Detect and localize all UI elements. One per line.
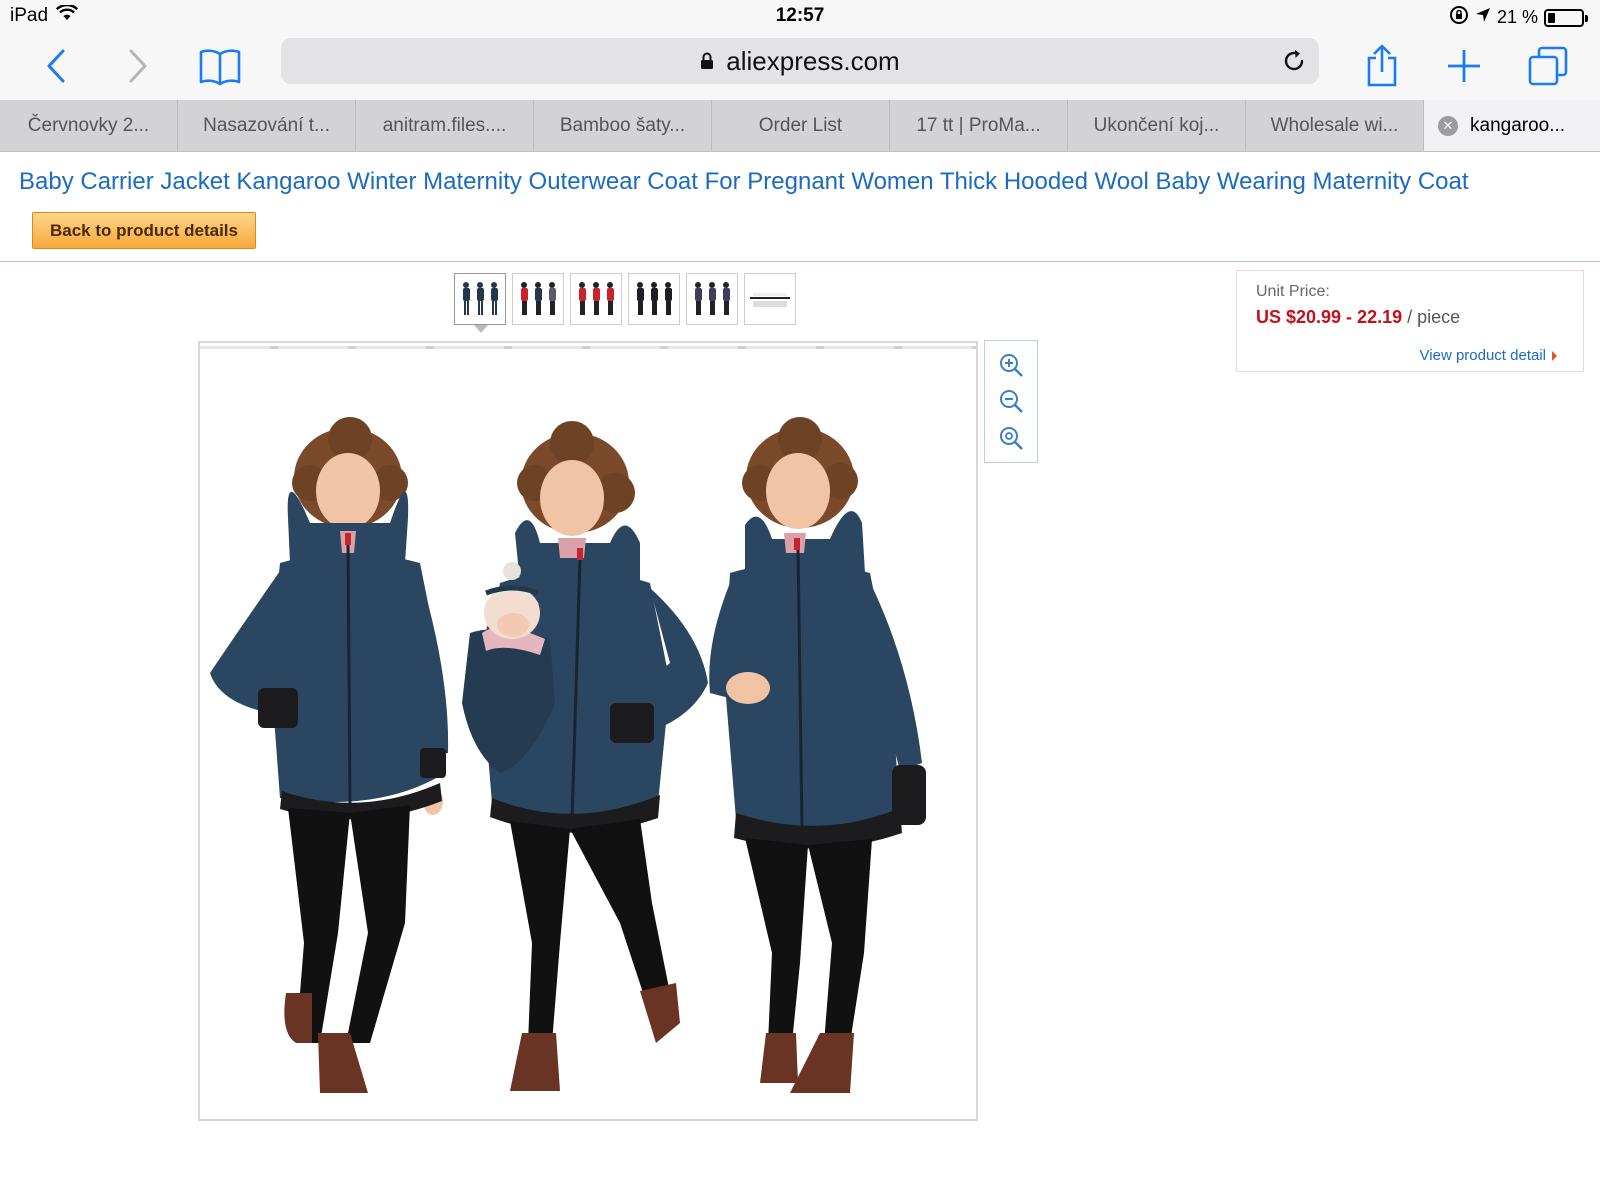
thumbnail-2[interactable] — [512, 273, 564, 325]
thumbnail-1[interactable] — [454, 273, 506, 333]
address-host: aliexpress.com — [726, 45, 900, 76]
forward-icon[interactable] — [112, 40, 164, 92]
tab[interactable]: Ukončení koj... — [1068, 100, 1246, 151]
price-unit: / piece — [1402, 307, 1461, 327]
tabs-icon[interactable] — [1522, 40, 1574, 92]
model-left — [210, 417, 449, 1093]
tab[interactable]: anitram.files.... — [356, 100, 534, 151]
price-amount: US $20.99 - 22.19 — [1256, 307, 1403, 327]
tab-active[interactable]: ✕ kangaroo... — [1424, 100, 1600, 151]
back-icon[interactable] — [30, 40, 82, 92]
tab[interactable]: Bamboo šaty... — [534, 100, 712, 151]
bookmarks-icon[interactable] — [194, 40, 246, 92]
battery-percent: 21 % — [1496, 7, 1538, 27]
active-tab-label: kangaroo... — [1470, 114, 1566, 136]
model-right — [709, 417, 926, 1093]
browser-toolbar: aliexpress.com — [0, 32, 1600, 100]
lock-icon — [700, 52, 714, 70]
product-title-link[interactable]: Baby Carrier Jacket Kangaroo Winter Mate… — [19, 168, 1469, 196]
thumbnail-5[interactable] — [686, 273, 738, 325]
tab[interactable]: Červnovky 2... — [0, 100, 178, 151]
divider — [0, 261, 1600, 262]
thumbnail-4[interactable] — [628, 273, 680, 325]
close-tab-icon[interactable]: ✕ — [1438, 115, 1458, 136]
view-product-detail-label: View product detail — [1419, 347, 1546, 364]
arrow-right-icon — [1552, 350, 1557, 361]
status-bar: iPad 12:57 21 % — [0, 0, 1600, 32]
tab-bar: Červnovky 2... Nasazování t... anitram.f… — [0, 100, 1600, 152]
product-photo — [210, 417, 926, 1093]
tab[interactable]: Order List — [712, 100, 890, 151]
status-right: 21 % — [1449, 5, 1588, 30]
tab[interactable]: Nasazování t... — [178, 100, 356, 151]
thumbnail-6[interactable] — [744, 273, 796, 325]
view-product-detail-link[interactable]: View product detail — [1420, 347, 1557, 364]
new-tab-icon[interactable] — [1438, 40, 1490, 92]
unit-price-label: Unit Price: — [1256, 283, 1330, 300]
page-content: Baby Carrier Jacket Kangaroo Winter Mate… — [0, 153, 1600, 1200]
back-to-product-button[interactable]: Back to product details — [32, 212, 256, 249]
battery-icon — [1544, 8, 1588, 27]
main-product-image[interactable] — [198, 341, 978, 1121]
price-box: Unit Price: US $20.99 - 22.19 / piece Vi… — [1236, 270, 1584, 372]
zoom-in-icon[interactable] — [996, 350, 1026, 380]
location-icon — [1475, 7, 1491, 28]
reload-icon[interactable] — [1279, 46, 1309, 76]
tab[interactable]: Wholesale wi... — [1246, 100, 1424, 151]
thumbnail-3[interactable] — [570, 273, 622, 325]
thumbnail-strip — [454, 273, 796, 333]
zoom-controls — [984, 340, 1038, 463]
share-icon[interactable] — [1356, 40, 1408, 92]
tab[interactable]: 17 tt | ProMa... — [890, 100, 1068, 151]
zoom-out-icon[interactable] — [996, 386, 1026, 416]
zoom-reset-icon[interactable] — [996, 423, 1026, 453]
address-bar[interactable]: aliexpress.com — [281, 38, 1319, 84]
status-time: 12:57 — [775, 5, 825, 26]
price-value: US $20.99 - 22.19 / piece — [1256, 307, 1460, 328]
selected-thumbnail-pointer — [474, 325, 488, 333]
model-center — [462, 421, 708, 1091]
rotation-lock-icon — [1449, 5, 1469, 30]
